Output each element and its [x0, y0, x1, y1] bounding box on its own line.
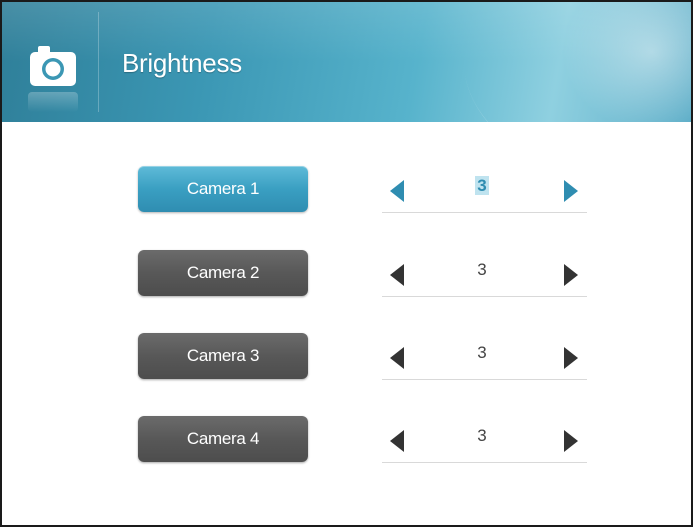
page-title: Brightness	[122, 48, 242, 78]
camera-1-button[interactable]: Camera 1	[138, 166, 308, 212]
camera-2-button[interactable]: Camera 2	[138, 250, 308, 296]
increase-arrow-icon[interactable]	[560, 262, 582, 288]
brightness-stepper-3: 3	[382, 333, 587, 380]
camera-row-1: Camera 1 3	[2, 166, 691, 226]
header-divider	[98, 12, 99, 112]
brightness-screen: Brightness Camera 1 3 Camera 2 3 Camera …	[0, 0, 693, 527]
brightness-value-4: 3	[477, 426, 487, 445]
camera-icon	[28, 44, 78, 112]
camera-row-2: Camera 2 3	[2, 250, 691, 310]
increase-arrow-icon[interactable]	[560, 428, 582, 454]
decrease-arrow-icon[interactable]	[386, 428, 408, 454]
brightness-value-2: 3	[477, 260, 487, 279]
brightness-stepper-4: 3	[382, 416, 587, 463]
icon-reflection	[28, 92, 78, 112]
brightness-value-1: 3	[462, 176, 502, 196]
decrease-arrow-icon[interactable]	[386, 178, 408, 204]
brightness-value-3: 3	[477, 343, 487, 362]
camera-row-3: Camera 3 3	[2, 333, 691, 393]
brightness-stepper-1: 3	[382, 166, 587, 213]
camera-3-button[interactable]: Camera 3	[138, 333, 308, 379]
camera-4-button[interactable]: Camera 4	[138, 416, 308, 462]
camera-row-4: Camera 4 3	[2, 416, 691, 476]
header-glow	[562, 2, 691, 122]
decrease-arrow-icon[interactable]	[386, 345, 408, 371]
increase-arrow-icon[interactable]	[560, 178, 582, 204]
header-bar: Brightness	[2, 2, 691, 122]
brightness-stepper-2: 3	[382, 250, 587, 297]
increase-arrow-icon[interactable]	[560, 345, 582, 371]
brightness-value-1-text: 3	[475, 176, 489, 195]
decrease-arrow-icon[interactable]	[386, 262, 408, 288]
